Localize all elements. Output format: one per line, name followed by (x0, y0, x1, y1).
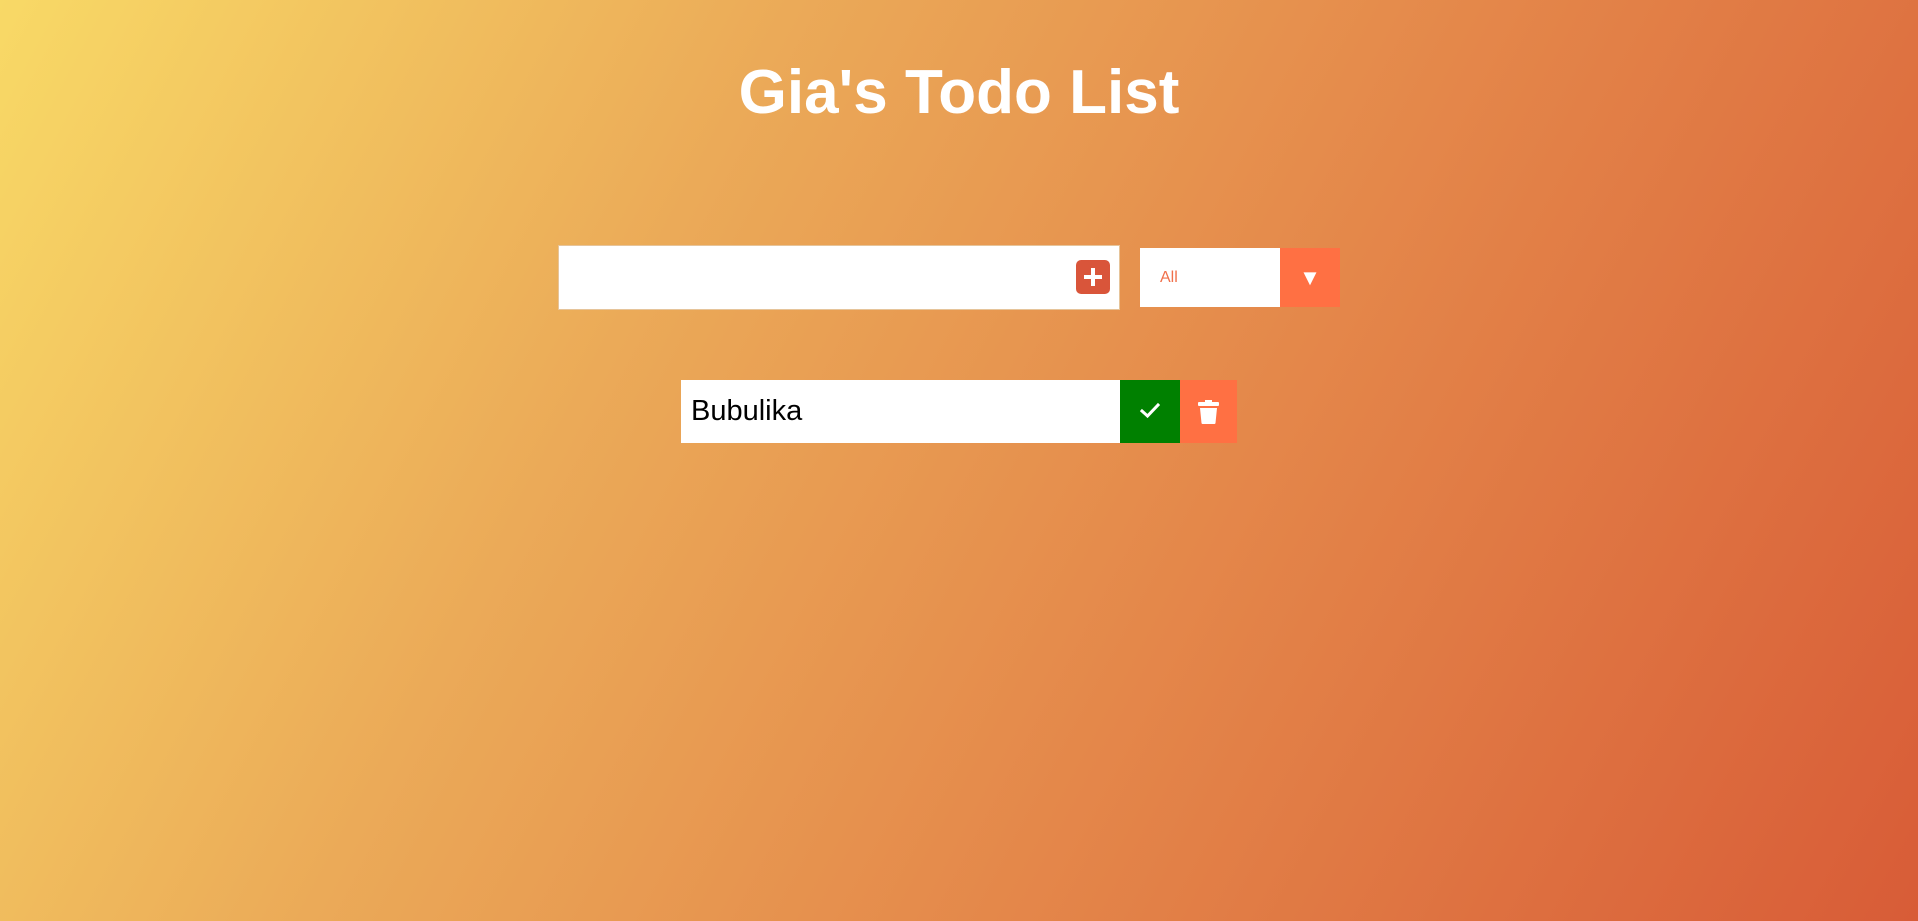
filter-dropdown-button[interactable]: ▼ (1280, 248, 1340, 307)
todo-item-text: Bubulika (681, 380, 1120, 443)
add-todo-button[interactable] (1076, 260, 1110, 294)
filter-selected-value: All (1160, 269, 1178, 286)
chevron-down-icon: ▼ (1299, 265, 1321, 290)
filter-select[interactable]: All ▼ (1140, 248, 1340, 307)
delete-button[interactable] (1180, 380, 1237, 443)
trash-icon (1198, 400, 1219, 424)
todo-item: Bubulika (681, 380, 1237, 443)
plus-icon (1084, 268, 1102, 286)
todo-form (558, 245, 1120, 310)
complete-button[interactable] (1120, 380, 1180, 443)
page-title: Gia's Todo List (738, 58, 1180, 127)
check-icon (1140, 402, 1160, 419)
todo-input[interactable] (559, 246, 1069, 309)
